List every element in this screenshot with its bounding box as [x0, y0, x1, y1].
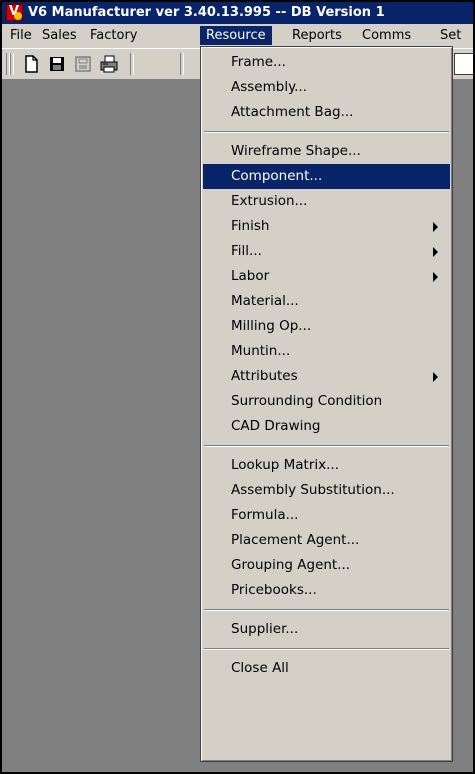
menu-comms[interactable]: Comms [356, 26, 417, 45]
menu-item-component[interactable]: Component... [203, 164, 450, 189]
menu-file[interactable]: File [4, 26, 38, 45]
menu-item-formula[interactable]: Formula... [203, 503, 450, 528]
menu-item-finish[interactable]: Finish [203, 214, 450, 239]
menu-item-fill[interactable]: Fill... [203, 239, 450, 264]
title-bar[interactable]: V V6 Manufacturer ver 3.40.13.995 -- DB … [2, 2, 473, 24]
menu-separator [203, 603, 450, 617]
menu-item-assembly-substitution[interactable]: Assembly Substitution... [203, 478, 450, 503]
menu-item-frame[interactable]: Frame... [203, 50, 450, 75]
save-disk-icon[interactable] [46, 53, 68, 75]
menu-item-placement-agent[interactable]: Placement Agent... [203, 528, 450, 553]
menu-bar: File Sales Factory Resource Reports Comm… [2, 24, 473, 48]
menu-item-cad-drawing[interactable]: CAD Drawing [203, 414, 450, 439]
disabled-save-icon[interactable] [72, 53, 94, 75]
submenu-arrow-icon [433, 372, 438, 382]
resource-menu-dropdown: Frame... Assembly... Attachment Bag... W… [200, 46, 453, 762]
menu-item-wireframe-shape[interactable]: Wireframe Shape... [203, 139, 450, 164]
toolbar-field[interactable] [454, 53, 473, 75]
submenu-arrow-icon [433, 247, 438, 257]
print-icon[interactable] [98, 53, 120, 75]
menu-item-extrusion[interactable]: Extrusion... [203, 189, 450, 214]
submenu-arrow-icon [433, 222, 438, 232]
menu-item-supplier[interactable]: Supplier... [203, 617, 450, 642]
menu-item-muntin[interactable]: Muntin... [203, 339, 450, 364]
menu-item-attachment-bag[interactable]: Attachment Bag... [203, 100, 450, 125]
menu-item-close-all[interactable]: Close All [203, 656, 450, 681]
window-title: V6 Manufacturer ver 3.40.13.995 -- DB Ve… [28, 5, 385, 20]
submenu-arrow-icon [433, 272, 438, 282]
menu-item-assembly[interactable]: Assembly... [203, 75, 450, 100]
menu-item-labor[interactable]: Labor [203, 264, 450, 289]
menu-separator [203, 125, 450, 139]
menu-item-milling-op[interactable]: Milling Op... [203, 314, 450, 339]
menu-resource[interactable]: Resource [200, 26, 272, 45]
menu-item-label: Finish [231, 218, 270, 234]
menu-item-attributes[interactable]: Attributes [203, 364, 450, 389]
toolbar-separator [180, 53, 184, 75]
menu-item-surrounding-condition[interactable]: Surrounding Condition [203, 389, 450, 414]
menu-item-material[interactable]: Material... [203, 289, 450, 314]
menu-setup[interactable]: Set [434, 26, 467, 45]
menu-factory[interactable]: Factory [84, 26, 144, 45]
app-logo-icon[interactable]: V [6, 4, 23, 21]
toolbar-separator [130, 53, 134, 75]
menu-sales[interactable]: Sales [36, 26, 83, 45]
menu-item-label: Attributes [231, 368, 298, 384]
menu-item-pricebooks[interactable]: Pricebooks... [203, 578, 450, 603]
new-document-icon[interactable] [20, 53, 42, 75]
app-window: V V6 Manufacturer ver 3.40.13.995 -- DB … [0, 0, 475, 774]
menu-item-label: Fill... [231, 243, 262, 259]
toolbar-grip[interactable] [10, 53, 14, 75]
menu-item-lookup-matrix[interactable]: Lookup Matrix... [203, 453, 450, 478]
menu-item-grouping-agent[interactable]: Grouping Agent... [203, 553, 450, 578]
menu-item-label: Labor [231, 268, 270, 284]
menu-separator [203, 642, 450, 656]
menu-reports[interactable]: Reports [286, 26, 348, 45]
menu-separator [203, 439, 450, 453]
